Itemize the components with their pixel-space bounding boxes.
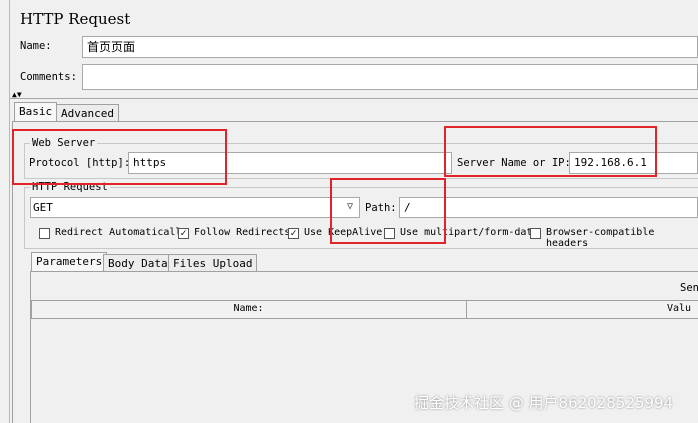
comments-input[interactable] (82, 64, 698, 90)
name-input[interactable]: 首页页面 (82, 36, 698, 58)
column-header-name[interactable]: Name: (31, 301, 466, 317)
tab-parameters[interactable]: Parameters (31, 252, 108, 272)
browser-compatible-headers-checkbox[interactable] (530, 228, 541, 239)
watermark-text: 掘金技术社区 @ 用户862028525994 (414, 394, 674, 412)
method-select[interactable]: GET (30, 197, 360, 218)
send-parameters-label: Sen (680, 282, 698, 294)
highlight-box-server (444, 126, 657, 177)
section-divider (10, 98, 698, 99)
column-separator (466, 300, 467, 319)
name-label: Name: (20, 40, 52, 52)
highlight-box-protocol (12, 129, 227, 185)
use-keepalive-checkbox[interactable]: ✓ (288, 228, 299, 239)
tab-basic[interactable]: Basic (14, 102, 58, 122)
tab-body-data[interactable]: Body Data (103, 254, 173, 272)
left-tree-edge (0, 0, 10, 423)
column-header-value[interactable]: Valu (667, 301, 698, 317)
comments-label: Comments: (20, 71, 77, 83)
follow-redirects-checkbox[interactable]: ✓ (178, 228, 189, 239)
page-title: HTTP Request (20, 10, 131, 28)
tab-files-upload[interactable]: Files Upload (168, 254, 258, 272)
redirect-automatically-label: Redirect Automatically (55, 227, 188, 238)
method-value: GET (33, 201, 53, 214)
browser-compatible-headers-label: Browser-compatible headers (546, 227, 655, 249)
redirect-automatically-checkbox[interactable] (39, 228, 50, 239)
follow-redirects-label: Follow Redirects (194, 227, 291, 238)
highlight-box-path (330, 178, 446, 244)
tab-advanced[interactable]: Advanced (56, 104, 119, 122)
